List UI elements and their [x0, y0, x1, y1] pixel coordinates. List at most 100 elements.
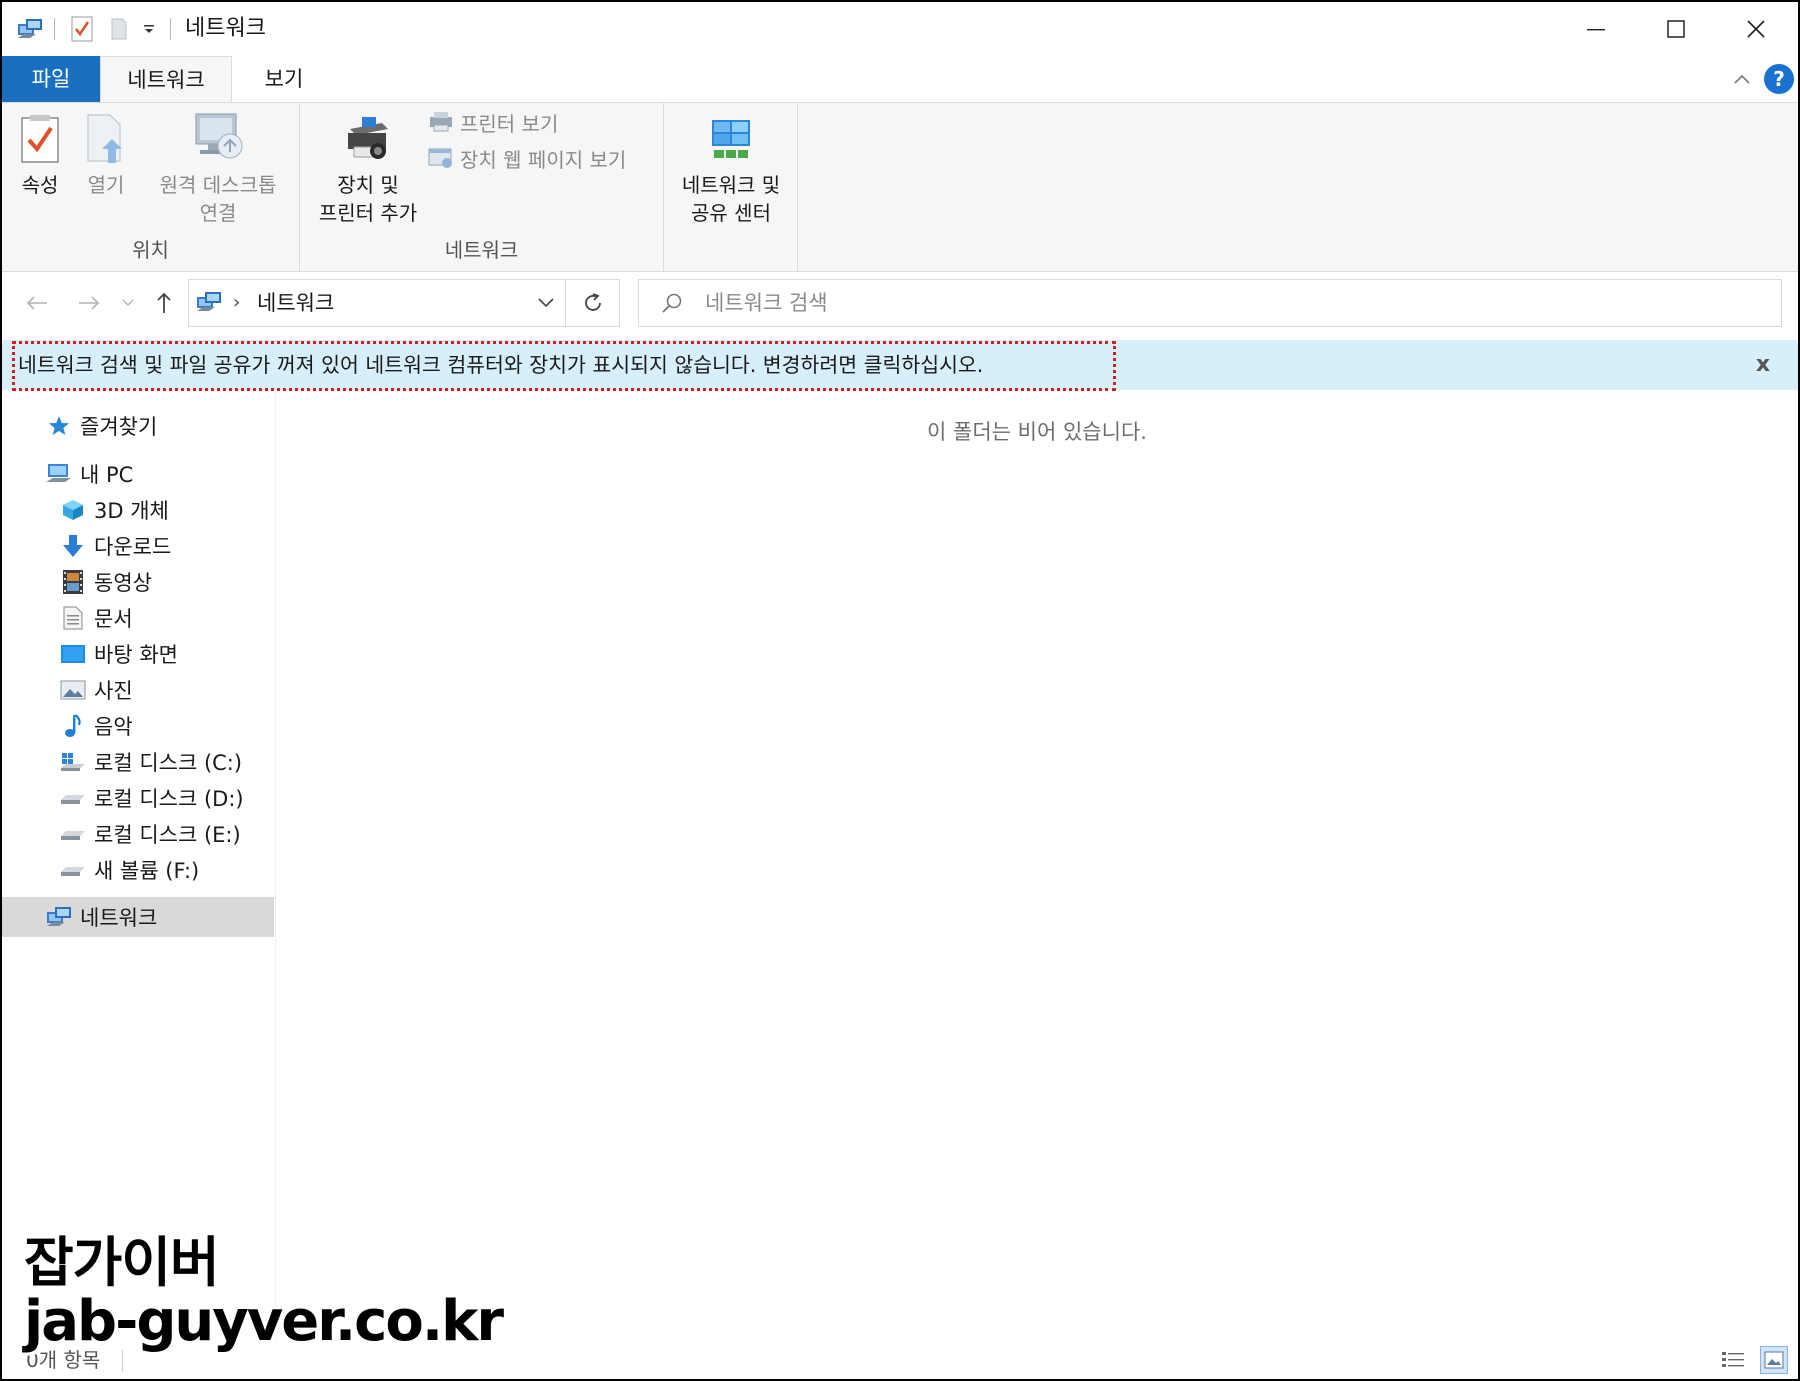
infobar-message[interactable]: 네트워크 검색 및 파일 공유가 꺼져 있어 네트워크 컴퓨터와 장치가 표시되…: [18, 340, 983, 390]
nav-item-label: 로컬 디스크 (D:): [94, 787, 244, 811]
nav-item-drive-c[interactable]: 로컬 디스크 (C:): [2, 742, 274, 782]
printer-add-icon: [306, 107, 430, 171]
infobar-close-button[interactable]: x: [1748, 350, 1778, 380]
help-button[interactable]: ?: [1764, 64, 1794, 94]
arrow-right-icon: [79, 296, 100, 310]
star-icon: [44, 411, 74, 441]
add-device-button[interactable]: 장치 및 프린터 추가: [306, 107, 430, 227]
windows-drive-icon: [58, 747, 88, 777]
nav-item-label: 바탕 화면: [94, 643, 178, 667]
network-icon: [195, 289, 223, 319]
ribbon-tabs: 파일 네트워크 보기 ?: [2, 56, 1798, 103]
arrow-left-icon: [26, 296, 47, 310]
film-icon: [58, 567, 88, 597]
nav-item-network[interactable]: 네트워크: [2, 897, 274, 937]
search-input[interactable]: [705, 280, 1765, 326]
forward-button[interactable]: [72, 286, 106, 320]
view-device-webpage-label: 장치 웹 페이지 보기: [460, 147, 627, 172]
cube-icon: [58, 495, 88, 525]
remote-desktop-button[interactable]: 원격 데스크톱 연결: [148, 107, 288, 227]
view-device-webpage-button[interactable]: 장치 웹 페이지 보기: [428, 143, 626, 173]
search-box[interactable]: [638, 279, 1782, 327]
tab-view[interactable]: 보기: [232, 56, 336, 102]
watermark-url: jab-guyver.co.kr: [24, 1289, 504, 1354]
window-title: 네트워크: [185, 16, 266, 41]
open-icon: [76, 107, 136, 171]
nav-item-label: 다운로드: [94, 535, 172, 559]
close-button[interactable]: [1716, 2, 1796, 56]
nav-item-label: 동영상: [94, 571, 152, 595]
nav-item-pictures[interactable]: 사진: [2, 670, 274, 710]
large-icons-view-button[interactable]: [1760, 1346, 1788, 1374]
site-watermark: 잡가이버 jab-guyver.co.kr: [24, 1231, 504, 1354]
nav-item-music[interactable]: 음악: [2, 706, 274, 746]
back-button[interactable]: [20, 286, 54, 320]
arrow-up-icon: [157, 292, 171, 313]
chevron-up-icon: [1734, 74, 1750, 84]
nav-item-drive-e[interactable]: 로컬 디스크 (E:): [2, 814, 274, 854]
remote-desktop-icon: [148, 107, 288, 171]
file-list-area[interactable]: 이 폴더는 비어 있습니다.: [276, 392, 1798, 1347]
large-icons-view-icon: [1764, 1351, 1784, 1369]
device-webpage-icon: [428, 148, 452, 168]
nav-item-desktop[interactable]: 바탕 화면: [2, 634, 274, 674]
nav-item-label: 네트워크: [80, 906, 158, 930]
nav-item-label: 사진: [94, 679, 133, 703]
address-history-button[interactable]: [529, 280, 563, 326]
address-bar[interactable]: › 네트워크: [188, 279, 566, 327]
network-sharing-center-label-line1: 네트워크 및: [681, 173, 781, 197]
nav-item-favorites[interactable]: 즐겨찾기: [2, 406, 274, 446]
breadcrumb-separator[interactable]: ›: [233, 280, 240, 326]
breadcrumb-network[interactable]: 네트워크: [257, 280, 334, 326]
drive-icon: [58, 819, 88, 849]
explorer-window: 네트워크 파일 네트워크 보기 ? 속성 열기 원격 데스크톱 연결 위치 장치…: [2, 2, 1798, 1379]
nav-item-label: 새 볼륨 (F:): [94, 859, 200, 883]
ribbon-group-sharing-center: 네트워크 및 공유 센터: [664, 103, 798, 271]
tab-network[interactable]: 네트워크: [100, 56, 232, 103]
add-device-label-line2: 프린터 추가: [318, 201, 418, 225]
drive-icon: [58, 783, 88, 813]
picture-icon: [58, 675, 88, 705]
search-icon: [661, 292, 683, 318]
watermark-brand: 잡가이버: [24, 1231, 220, 1294]
maximize-button[interactable]: [1636, 2, 1716, 56]
nav-item-label: 즐겨찾기: [80, 415, 158, 439]
view-printers-button[interactable]: 프린터 보기: [428, 107, 558, 137]
view-printers-label: 프린터 보기: [460, 111, 559, 136]
open-button[interactable]: 열기: [76, 107, 136, 199]
minimize-button[interactable]: [1556, 2, 1636, 56]
quick-access-separator: [54, 18, 55, 40]
network-sharing-center-button[interactable]: 네트워크 및 공유 센터: [668, 107, 794, 227]
refresh-button[interactable]: [566, 279, 620, 327]
chevron-down-icon: [538, 298, 554, 308]
properties-button[interactable]: 속성: [10, 107, 70, 199]
details-view-button[interactable]: [1720, 1348, 1746, 1372]
computer-icon: [44, 459, 74, 489]
details-view-icon: [1722, 1352, 1744, 1367]
desktop-icon: [58, 639, 88, 669]
remote-desktop-label-line2: 연결: [199, 201, 237, 225]
tab-file[interactable]: 파일: [2, 56, 100, 102]
nav-item-3d-objects[interactable]: 3D 개체: [2, 490, 274, 530]
ribbon: 속성 열기 원격 데스크톱 연결 위치 장치 및 프린터 추가 프린터 보기 장…: [2, 102, 1798, 272]
network-discovery-infobar[interactable]: 네트워크 검색 및 파일 공유가 꺼져 있어 네트워크 컴퓨터와 장치가 표시되…: [2, 340, 1798, 391]
nav-item-label: 로컬 디스크 (E:): [94, 823, 241, 847]
ribbon-collapse-button[interactable]: [1729, 66, 1755, 92]
recent-locations-button[interactable]: [118, 286, 138, 320]
new-folder-quick-icon[interactable]: [106, 2, 132, 56]
nav-item-label: 3D 개체: [94, 499, 169, 523]
nav-item-this-pc[interactable]: 내 PC: [2, 454, 274, 494]
up-button[interactable]: [148, 286, 180, 320]
nav-item-label: 문서: [94, 607, 133, 631]
nav-item-videos[interactable]: 동영상: [2, 562, 274, 602]
nav-item-downloads[interactable]: 다운로드: [2, 526, 274, 566]
add-device-label-line1: 장치 및: [337, 173, 399, 197]
open-label: 열기: [87, 173, 125, 197]
customize-quick-access-icon[interactable]: [138, 2, 160, 56]
nav-item-drive-f[interactable]: 새 볼륨 (F:): [2, 850, 274, 890]
nav-item-drive-d[interactable]: 로컬 디스크 (D:): [2, 778, 274, 818]
network-app-icon[interactable]: [14, 2, 46, 56]
nav-item-label: 음악: [94, 715, 133, 739]
nav-item-documents[interactable]: 문서: [2, 598, 274, 638]
properties-quick-icon[interactable]: [68, 2, 96, 56]
